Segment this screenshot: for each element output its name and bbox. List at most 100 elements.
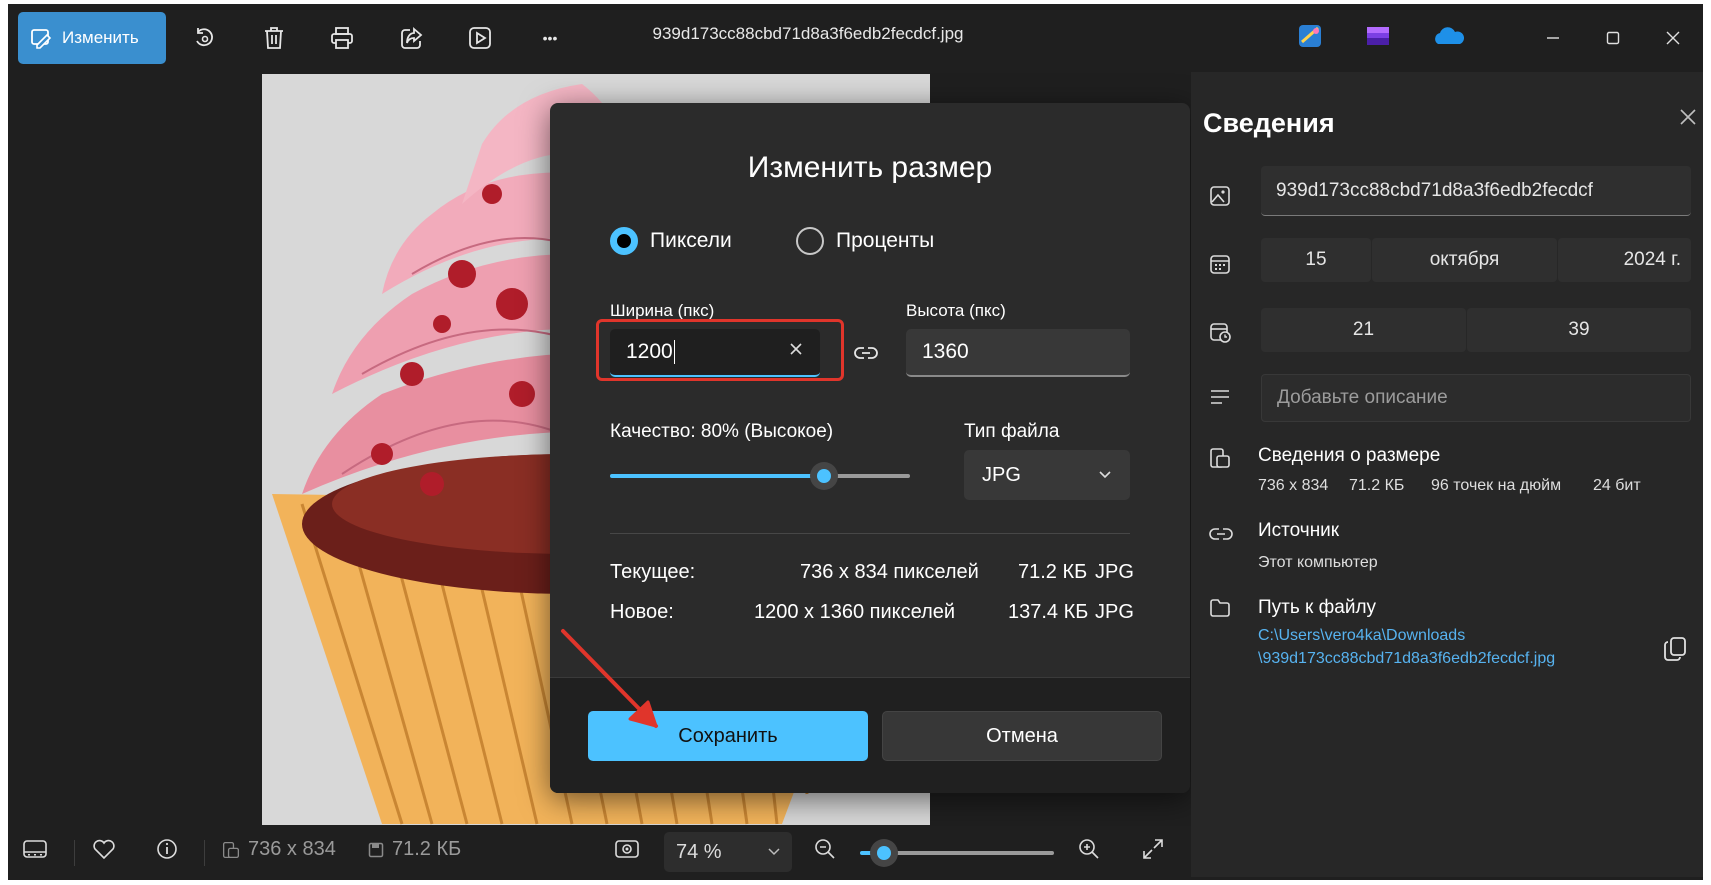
description-placeholder: Добавьте описание [1277,387,1448,408]
bottom-divider-1 [74,840,75,866]
date-day-value: 15 [1305,249,1327,270]
edit-button[interactable]: Изменить [18,12,166,64]
image-icon [1209,185,1231,207]
clock-icon [1209,321,1231,343]
slideshow-button[interactable] [460,18,500,58]
aspect-lock-button[interactable] [854,343,878,363]
time-minute-field[interactable]: 39 [1467,308,1691,352]
heart-icon [93,839,115,860]
filmstrip-button[interactable] [22,838,48,860]
quality-slider-fill [610,474,830,478]
play-icon [469,27,491,49]
width-label: Ширина (пкс) [610,301,715,320]
date-year-field[interactable]: 2024 г. [1558,238,1691,282]
bottom-dims-value: 736 x 834 [248,838,336,860]
info-button[interactable] [156,838,178,860]
rotate-icon [196,28,213,47]
height-input[interactable]: 1360 [906,329,1130,377]
time-minute-value: 39 [1568,319,1590,340]
clipchamp-app-icon[interactable] [1364,22,1392,50]
close-icon [1666,31,1680,45]
save-button[interactable]: Сохранить [588,711,868,761]
more-icon: ••• [542,30,558,46]
radio-percent[interactable]: Проценты [796,227,934,255]
share-button[interactable] [392,18,432,58]
date-day-field[interactable]: 15 [1261,238,1371,282]
onedrive-icon[interactable] [1432,22,1464,50]
info-panel: Сведения 939d173cc88cbd71d8a3f6edb2fecdc… [1191,72,1703,877]
fullscreen-button[interactable] [1142,838,1164,860]
copy-icon [1664,637,1686,661]
size-heading: Сведения о размере [1258,445,1441,466]
source-link-icon [1209,524,1233,546]
copy-path-button[interactable] [1663,636,1687,662]
info-divider [610,533,1130,534]
source-heading: Источник [1258,520,1340,541]
new-info-row: Новое: 1200 x 1360 пикселей 137.4 КБ JPG [610,601,1134,627]
edit-image-icon [30,27,52,49]
bottom-size-value: 71.2 КБ [392,838,462,860]
current-dims: 736 x 834 пикселей [800,561,979,583]
zoom-value: 74 % [676,840,722,863]
close-window-button[interactable] [1643,14,1703,62]
current-info-row: Текущее: 736 x 834 пикселей 71.2 КБ JPG [610,561,1134,587]
size-info-icon [222,841,240,858]
dialog-title: Изменить размер [747,151,993,184]
filetype-label: Тип файла [964,421,1060,442]
size-info-icon [1209,447,1231,469]
description-input[interactable]: Добавьте описание [1261,374,1691,422]
time-hour-value: 21 [1352,319,1375,340]
print-button[interactable] [322,18,362,58]
filename-field[interactable]: 939d173cc88cbd71d8a3f6edb2fecdcf [1261,166,1691,216]
more-options-button[interactable]: ••• [530,18,570,58]
panel-title: Сведения [1203,108,1335,138]
favorite-button[interactable] [92,838,116,860]
new-label: Новое: [610,601,674,623]
zoom-slider-track[interactable] [884,851,1054,855]
zoom-out-button[interactable] [814,838,836,860]
expand-icon [1143,839,1163,859]
zoom-select[interactable]: 74 % [664,832,792,872]
filetype-select[interactable]: JPG [964,450,1130,500]
minimize-button[interactable] [1523,14,1583,62]
size-kb: 71.2 КБ [1349,477,1405,494]
close-icon [1680,109,1696,125]
path-line2[interactable]: \939d173cc88cbd71d8a3f6edb2fecdcf.jpg [1258,647,1555,670]
path-heading: Путь к файлу [1258,597,1377,618]
bottom-size: 71.2 КБ [368,838,461,861]
path-line1[interactable]: C:\Users\vero4ka\Downloads [1258,624,1465,647]
rotate-button[interactable] [184,18,224,58]
current-label: Текущее: [610,561,696,583]
fit-view-button[interactable] [614,838,640,860]
new-type: JPG [1095,601,1134,623]
current-size: 71.2 КБ [1018,561,1088,583]
cancel-button[interactable]: Отмена [882,711,1162,761]
radio-pixels[interactable]: Пиксели [610,227,732,255]
size-bits: 24 бит [1593,477,1641,494]
size-dims: 736 x 834 [1258,477,1329,494]
top-toolbar: Изменить ••• 939d173cc88cbd71d8a3f6edb2f… [8,4,1703,72]
quality-slider-thumb-core [817,469,831,483]
quality-slider-thumb[interactable] [810,462,838,490]
new-size: 137.4 КБ [1008,601,1089,623]
file-title: 939d173cc88cbd71d8a3f6edb2fecdcf.jpg [652,24,964,43]
close-panel-button[interactable] [1679,108,1697,126]
photo-editor-app-icon[interactable] [1296,22,1324,50]
current-type: JPG [1095,561,1134,583]
zoom-in-button[interactable] [1078,838,1100,860]
size-dpi: 96 точек на дюйм [1431,477,1562,494]
quality-slider-track[interactable] [830,474,910,478]
bottom-bar: 736 x 834 71.2 КБ 74 % [8,826,1191,880]
printer-icon [331,27,353,49]
maximize-button[interactable] [1583,14,1643,62]
filmstrip-icon [23,840,47,858]
chevron-down-icon [768,848,780,856]
time-hour-field[interactable]: 21 [1261,308,1466,352]
zoom-slider-thumb[interactable] [870,839,898,867]
quality-label: Качество: 80% (Высокое) [610,421,834,442]
calendar-icon [1209,253,1231,275]
date-month-field[interactable]: октября [1372,238,1557,282]
filename-value: 939d173cc88cbd71d8a3f6edb2fecdcf [1276,179,1593,201]
date-year-value: 2024 г. [1623,249,1681,270]
delete-button[interactable] [254,18,294,58]
